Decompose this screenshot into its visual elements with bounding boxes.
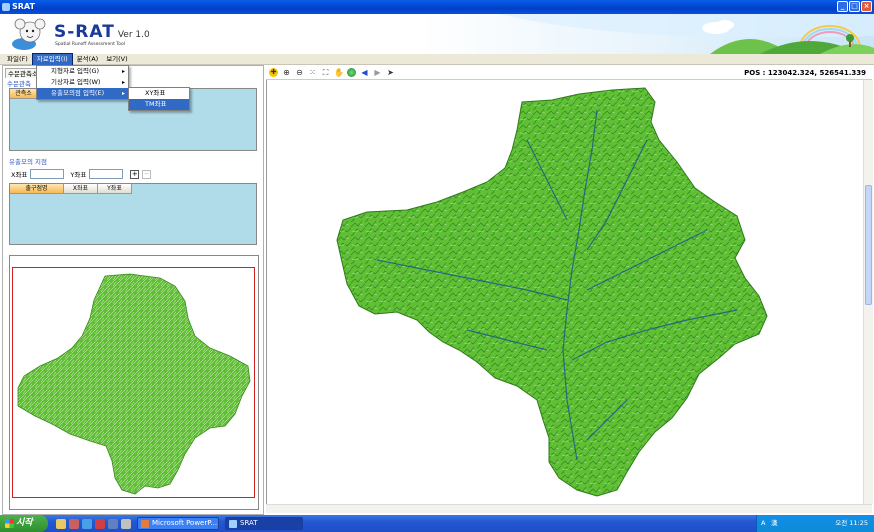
add-layer-icon[interactable]: ✚ — [269, 68, 278, 77]
runoff-point-submenu: XY좌표 TM좌표 — [128, 87, 190, 111]
os-taskbar: 시작 Microsoft PowerP... SRAT A 漢 오전 11:25 — [0, 515, 874, 532]
menu-item-weather[interactable]: 기상자료 입력(W) ▸ — [37, 77, 128, 88]
pan-hand-icon[interactable]: ✋ — [334, 68, 344, 77]
logo-subtitle: Spatial Runoff Assessment Tool — [55, 42, 126, 47]
globe-icon[interactable] — [347, 68, 356, 77]
app-icon[interactable] — [121, 518, 131, 529]
srat-icon — [229, 520, 237, 528]
add-point-button[interactable]: + — [130, 169, 140, 179]
menu-bar: 파일(F) 자료입력(I) 분석(A) 보기(V) — [0, 52, 874, 66]
map-vertical-scrollbar[interactable] — [863, 80, 873, 504]
quick-launch — [56, 518, 131, 529]
close-button[interactable]: × — [861, 1, 872, 12]
app-icon — [2, 3, 10, 11]
position-readout: POS : 123042.324, 526541.339 — [744, 69, 866, 77]
menu-item-tm-coord[interactable]: TM좌표 — [129, 99, 189, 110]
windows-logo-icon — [5, 519, 14, 528]
select-pointer-icon[interactable]: ➤ — [386, 68, 395, 77]
version-label: Ver 1.0 — [117, 30, 150, 40]
y-coord-input[interactable] — [89, 169, 124, 179]
submenu-arrow-icon: ▸ — [121, 79, 125, 86]
x-coord-label: X좌표 — [11, 171, 28, 179]
full-extent-icon[interactable]: ⁙ — [308, 68, 317, 77]
left-panel: 수문관측소 수문관측 관측소 유출모의 지점 X좌표 Y좌표 + − 출구점명 … — [2, 65, 264, 515]
window-title: SRAT — [12, 2, 35, 11]
system-tray: A 漢 오전 11:25 — [756, 515, 874, 532]
menu-item-runoff-point[interactable]: 유출모의점 입력(E) ▸ — [37, 88, 128, 99]
taskbar-item-srat[interactable]: SRAT — [225, 517, 303, 530]
clock: 오전 11:25 — [835, 519, 868, 527]
powerpoint-icon — [141, 520, 149, 528]
sim-point-table[interactable]: 출구점명 X좌표 Y좌표 — [9, 183, 257, 245]
x-coord-column[interactable]: X좌표 — [64, 184, 98, 194]
brush-icon[interactable] — [69, 518, 79, 529]
menu-view[interactable]: 보기(V) — [102, 54, 131, 65]
menu-file[interactable]: 파일(F) — [3, 54, 32, 65]
scrollbar-thumb[interactable] — [865, 185, 872, 305]
map-toolbar: ✚ ⊕ ⊖ ⁙ ⛶ ✋ ◀ ▶ ➤ POS : 123042.324, 5265… — [266, 66, 872, 80]
app-banner: S-RAT Ver 1.0 Spatial Runoff Assessment T… — [0, 14, 874, 54]
start-button[interactable]: 시작 — [0, 515, 48, 532]
station-group-label: 수문관측 — [7, 80, 31, 88]
menu-item-terrain[interactable]: 지형자료 입력(G) ▸ — [37, 66, 128, 77]
app-icon[interactable] — [95, 518, 105, 529]
main-map-view[interactable] — [266, 80, 862, 504]
logo-title: S-RAT Ver 1.0 — [54, 22, 150, 42]
outlet-name-column[interactable]: 출구점명 — [10, 184, 64, 194]
taskbar-item-powerpoint[interactable]: Microsoft PowerP... — [137, 517, 219, 530]
ime-indicator[interactable]: 漢 — [771, 515, 778, 532]
remove-point-button[interactable]: − — [142, 169, 152, 179]
menu-analysis[interactable]: 분석(A) — [73, 54, 102, 65]
zoom-out-icon[interactable]: ⊖ — [295, 68, 304, 77]
submenu-arrow-icon: ▸ — [121, 90, 125, 97]
minimize-button[interactable]: _ — [837, 1, 848, 12]
menu-input[interactable]: 자료입력(I) — [31, 52, 73, 66]
sim-point-group-label: 유출모의 지점 — [9, 158, 47, 166]
y-coord-label: Y좌표 — [70, 171, 87, 179]
submenu-arrow-icon: ▸ — [121, 68, 125, 75]
x-coord-input[interactable] — [30, 169, 65, 179]
overview-watershed-shape — [17, 273, 251, 495]
ie-icon[interactable] — [82, 518, 92, 529]
back-arrow-icon[interactable]: ◀ — [360, 68, 369, 77]
mascot-logo-icon — [12, 18, 46, 50]
input-dropdown-menu: 지형자료 입력(G) ▸ 기상자료 입력(W) ▸ 유출모의점 입력(E) ▸ — [36, 65, 129, 100]
banner-landscape-illustration — [420, 14, 874, 54]
window-titlebar: SRAT _ □ × — [0, 0, 874, 14]
language-indicator[interactable]: A — [761, 515, 765, 532]
app-icon[interactable] — [108, 518, 118, 529]
zoom-extent-icon[interactable]: ⛶ — [321, 68, 330, 77]
station-column-header[interactable]: 관측소 — [10, 89, 38, 99]
desktop-icon[interactable] — [56, 518, 66, 529]
forward-arrow-icon[interactable]: ▶ — [373, 68, 382, 77]
watershed-map — [336, 87, 768, 497]
overview-map[interactable] — [9, 255, 259, 510]
menu-item-xy-coord[interactable]: XY좌표 — [129, 88, 189, 99]
y-coord-column[interactable]: Y좌표 — [98, 184, 132, 194]
maximize-button[interactable]: □ — [849, 1, 860, 12]
zoom-in-icon[interactable]: ⊕ — [282, 68, 291, 77]
map-horizontal-scrollbar[interactable] — [266, 504, 872, 513]
